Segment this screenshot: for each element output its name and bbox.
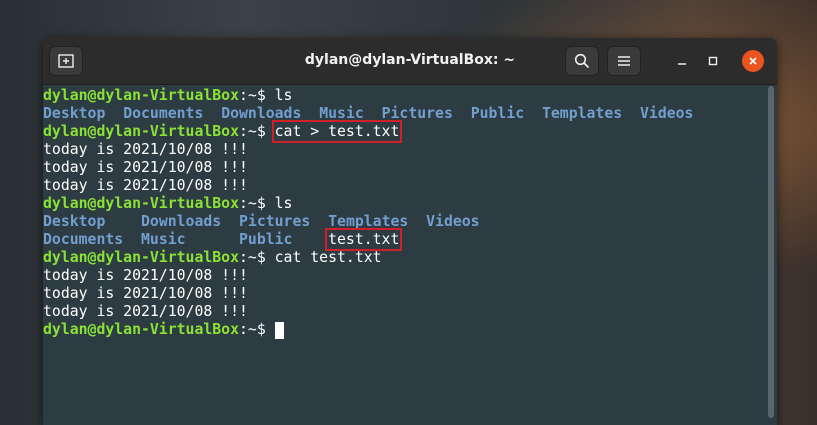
- prompt-path: :~$: [239, 249, 275, 266]
- prompt-user: dylan@dylan-VirtualBox: [43, 123, 239, 140]
- output-line: today is 2021/10/08 !!!: [43, 267, 248, 284]
- scrollbar[interactable]: [768, 86, 774, 418]
- directory-entry: Pictures: [381, 105, 453, 122]
- directory-entry: Public: [470, 105, 525, 122]
- terminal-line: dylan@dylan-VirtualBox:~$ cat test.txt: [43, 249, 763, 267]
- title-bar: dylan@dylan-VirtualBox: ~: [43, 38, 777, 85]
- minimize-button[interactable]: [671, 50, 693, 72]
- prompt-path: :~$: [239, 87, 275, 104]
- directory-entry: Documents: [43, 231, 124, 248]
- directory-entry: Desktop: [43, 213, 106, 230]
- text-cursor: [274, 322, 284, 339]
- menu-button[interactable]: [607, 46, 641, 76]
- output-line: today is 2021/10/08 !!!: [43, 159, 248, 176]
- directory-entry: Public: [239, 231, 293, 248]
- directory-entry: Videos: [426, 213, 480, 230]
- close-icon: [749, 57, 757, 65]
- output-line: today is 2021/10/08 !!!: [43, 303, 248, 320]
- ls-output-line: Documents Music Public test.txt: [43, 228, 763, 251]
- ls-output-line: Desktop Documents Downloads Music Pictur…: [43, 105, 763, 123]
- output-line: today is 2021/10/08 !!!: [43, 141, 248, 158]
- terminal-output[interactable]: dylan@dylan-VirtualBox:~$ ls Desktop Doc…: [43, 85, 763, 425]
- terminal-line: dylan@dylan-VirtualBox:~$: [43, 321, 763, 339]
- prompt-user: dylan@dylan-VirtualBox: [43, 87, 239, 104]
- directory-entry: Downloads: [221, 105, 302, 122]
- prompt-path: :~$: [239, 321, 275, 338]
- highlighted-file-entry: test.txt: [325, 228, 403, 251]
- terminal-line: dylan@dylan-VirtualBox:~$ ls: [43, 87, 763, 105]
- terminal-line: dylan@dylan-VirtualBox:~$ cat > test.txt: [43, 120, 763, 143]
- directory-entry: Downloads: [141, 213, 222, 230]
- prompt-user: dylan@dylan-VirtualBox: [43, 321, 239, 338]
- prompt-path: :~$: [239, 195, 275, 212]
- command-text: ls: [274, 87, 293, 104]
- search-button[interactable]: [565, 46, 599, 76]
- directory-entry: Videos: [640, 105, 694, 122]
- close-button[interactable]: [742, 50, 764, 72]
- window-title: dylan@dylan-VirtualBox: ~: [304, 52, 516, 68]
- hamburger-menu-icon: [618, 56, 630, 66]
- terminal-window: dylan@dylan-VirtualBox: ~ dylan@dylan-Vi…: [43, 38, 777, 425]
- directory-entry: Music: [319, 105, 364, 122]
- maximize-icon: [708, 56, 718, 66]
- directory-entry: Documents: [123, 105, 204, 122]
- prompt-user: dylan@dylan-VirtualBox: [43, 195, 239, 212]
- minimize-icon: [678, 63, 686, 65]
- directory-entry: Templates: [541, 105, 623, 122]
- highlighted-command: cat > test.txt: [271, 120, 403, 143]
- output-line: today is 2021/10/08 !!!: [43, 285, 248, 302]
- maximize-button[interactable]: [702, 50, 724, 72]
- terminal-line: dylan@dylan-VirtualBox:~$ ls: [43, 195, 763, 213]
- directory-entry: Desktop: [43, 105, 106, 122]
- directory-entry: Templates: [328, 213, 409, 230]
- prompt-user: dylan@dylan-VirtualBox: [43, 249, 239, 266]
- directory-entry: Pictures: [239, 213, 311, 230]
- search-icon: [574, 53, 590, 69]
- command-text: cat test.txt: [274, 249, 382, 266]
- ls-output-line: Desktop Downloads Pictures Templates Vid…: [43, 213, 763, 231]
- prompt-path: :~$: [239, 123, 275, 140]
- output-line: today is 2021/10/08 !!!: [43, 177, 248, 194]
- directory-entry: Music: [141, 231, 186, 248]
- command-text: ls: [274, 195, 293, 212]
